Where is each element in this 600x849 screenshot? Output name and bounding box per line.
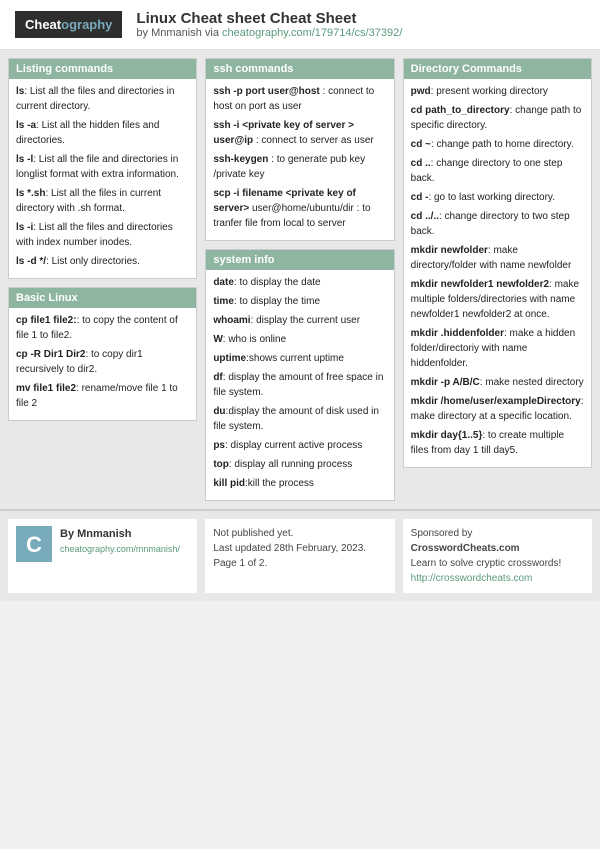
list-item: cp -R Dir1 Dir2: to copy dir1 recursivel… [16,347,189,377]
logo: Cheatography [15,11,122,38]
section-listing: Listing commands ls: List all the files … [8,58,197,279]
section-listing-header: Listing commands [9,59,196,79]
footer-last-updated: Last updated 28th February, 2023. [213,541,386,556]
list-item: mkdir /home/user/exampleDirectory: make … [411,394,584,424]
list-item: ls *.sh: List all the files in current d… [16,186,189,216]
list-item: cd ..: change directory to one step back… [411,156,584,186]
list-item: mkdir day{1..5}: to create multiple file… [411,428,584,458]
footer-sponsor-desc: Learn to solve cryptic crosswords! [411,556,584,571]
footer-c-logo: C [16,526,52,562]
list-item: ls -d */: List only directories. [16,254,189,269]
via-label: via [205,27,219,39]
footer-author-name: By Mnmanish [60,526,180,543]
list-item: cd ~: change path to home directory. [411,137,584,152]
list-item: ssh -i <private key of server > user@ip … [213,118,386,148]
list-item: W: who is online [213,332,386,347]
list-item: ls -a: List all the hidden files and dir… [16,118,189,148]
list-item: cd ../..: change directory to two step b… [411,209,584,239]
page-subtitle: by Mnmanish via cheatography.com/179714/… [136,27,402,39]
footer-sponsor-url: http://crosswordcheats.com [411,571,584,586]
section-basic-header: Basic Linux [9,288,196,308]
list-item: pwd: present working directory [411,84,584,99]
list-item: ps: display current active process [213,438,386,453]
list-item: date: to display the date [213,275,386,290]
footer-publish-status: Not published yet. [213,526,386,541]
section-sysinfo-body: date: to display the date time: to displ… [206,270,393,500]
footer-author-info: By Mnmanish cheatography.com/mnmanish/ [60,526,180,556]
footer: C By Mnmanish cheatography.com/mnmanish/… [0,509,600,601]
list-item: ls: List all the files and directories i… [16,84,189,114]
section-basic: Basic Linux cp file1 file2:: to copy the… [8,287,197,421]
section-basic-body: cp file1 file2:: to copy the content of … [9,308,196,420]
section-ssh: ssh commands ssh -p port user@host : con… [205,58,394,241]
section-directory-header: Directory Commands [404,59,591,79]
section-directory-body: pwd: present working directory cd path_t… [404,79,591,467]
list-item: time: to display the time [213,294,386,309]
list-item: mkdir .hiddenfolder: make a hidden folde… [411,326,584,371]
list-item: ssh-keygen : to generate pub key /privat… [213,152,386,182]
footer-sponsor-link[interactable]: http://crosswordcheats.com [411,573,533,584]
list-item: mkdir newfolder: make directory/folder w… [411,243,584,273]
page-title: Linux Cheat sheet Cheat Sheet [136,10,402,27]
list-item: mv file1 file2: rename/move file 1 to fi… [16,381,189,411]
list-item: uptime:shows current uptime [213,351,386,366]
header: Cheatography Linux Cheat sheet Cheat She… [0,0,600,50]
list-item: ssh -p port user@host : connect to host … [213,84,386,114]
list-item: kill pid:kill the process [213,476,386,491]
footer-author-col: C By Mnmanish cheatography.com/mnmanish/ [8,519,197,593]
list-item: df: display the amount of free space in … [213,370,386,400]
list-item: du:display the amount of disk used in fi… [213,404,386,434]
footer-publish-col: Not published yet. Last updated 28th Feb… [205,519,394,593]
list-item: mkdir newfolder1 newfolder2: make multip… [411,277,584,322]
section-ssh-body: ssh -p port user@host : connect to host … [206,79,393,240]
list-item: cp file1 file2:: to copy the content of … [16,313,189,343]
list-item: mkdir -p A/B/C: make nested directory [411,375,584,390]
section-sysinfo: system info date: to display the date ti… [205,249,394,501]
section-directory: Directory Commands pwd: present working … [403,58,592,468]
footer-page: Page 1 of 2. [213,556,386,571]
section-sysinfo-header: system info [206,250,393,270]
list-item: scp -i filename <private key of server> … [213,186,386,231]
section-ssh-header: ssh commands [206,59,393,79]
footer-sponsor-name: CrosswordCheats.com [411,543,520,554]
footer-author-url: cheatography.com/mnmanish/ [60,543,180,557]
list-item: ls -l: List all the file and directories… [16,152,189,182]
header-title: Linux Cheat sheet Cheat Sheet by Mnmanis… [136,10,402,39]
main-content: Listing commands ls: List all the files … [0,50,600,509]
page: Cheatography Linux Cheat sheet Cheat She… [0,0,600,601]
list-item: whoami: display the current user [213,313,386,328]
list-item: ls -i: List all the files and directorie… [16,220,189,250]
by-label: by [136,27,148,39]
list-item: cd path_to_directory: change path to spe… [411,103,584,133]
section-listing-body: ls: List all the files and directories i… [9,79,196,278]
footer-sponsor-label: Sponsored by CrosswordCheats.com [411,526,584,556]
footer-sponsor-col: Sponsored by CrosswordCheats.com Learn t… [403,519,592,593]
list-item: cd -: go to last working directory. [411,190,584,205]
list-item: top: display all running process [213,457,386,472]
author-name: Mnmanish [151,27,202,39]
cheatography-link[interactable]: cheatography.com/179714/cs/37392/ [222,27,402,39]
